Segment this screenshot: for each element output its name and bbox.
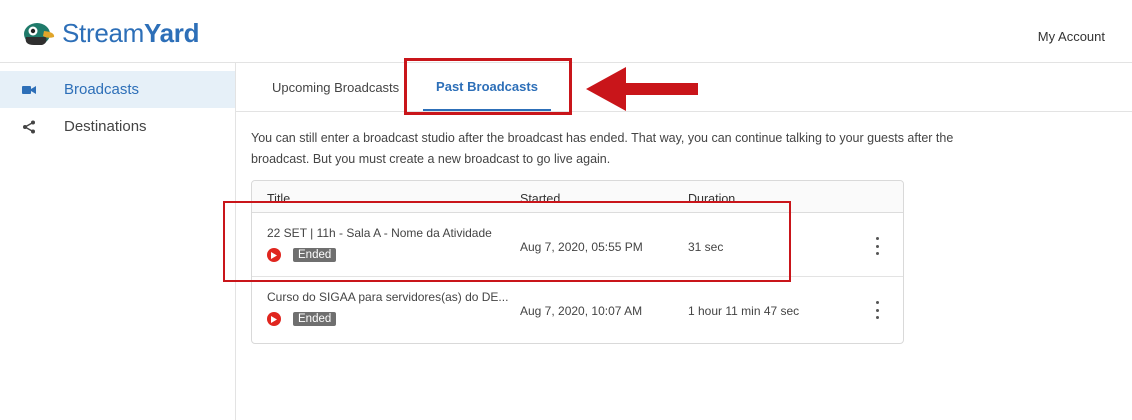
highlight-box-tab	[404, 58, 572, 115]
my-account-link[interactable]: My Account	[1038, 29, 1105, 44]
status-badge: Ended	[293, 312, 337, 326]
sidebar-item-label: Broadcasts	[64, 81, 140, 98]
top-header: StreamYard My Account	[0, 0, 1132, 63]
row-menu-icon[interactable]	[872, 299, 882, 321]
row-meta: Ended	[267, 312, 337, 326]
broadcast-title: Curso do SIGAA para servidores(as) do DE…	[267, 290, 509, 304]
tab-upcoming-broadcasts[interactable]: Upcoming Broadcasts	[272, 63, 399, 111]
share-icon	[22, 120, 44, 134]
table-row[interactable]: Curso do SIGAA para servidores(as) do DE…	[252, 277, 903, 341]
sidebar-item-destinations[interactable]: Destinations	[0, 108, 235, 145]
sidebar-item-broadcasts[interactable]: Broadcasts	[0, 71, 235, 108]
past-broadcasts-note: You can still enter a broadcast studio a…	[251, 131, 954, 166]
sidebar-item-label: Destinations	[64, 118, 147, 135]
sidebar: Broadcasts Destinations	[0, 63, 236, 420]
highlight-box-row	[223, 201, 791, 282]
duck-mascot-icon	[24, 23, 55, 45]
logo-text: StreamYard	[62, 18, 200, 48]
streamyard-logo[interactable]: StreamYard	[22, 18, 199, 48]
youtube-icon	[267, 312, 281, 326]
camera-icon	[22, 85, 44, 95]
broadcast-started: Aug 7, 2020, 10:07 AM	[520, 304, 643, 318]
row-menu-icon[interactable]	[872, 235, 882, 257]
broadcast-duration: 1 hour 11 min 47 sec	[688, 304, 800, 318]
red-arrow-icon	[586, 67, 698, 111]
